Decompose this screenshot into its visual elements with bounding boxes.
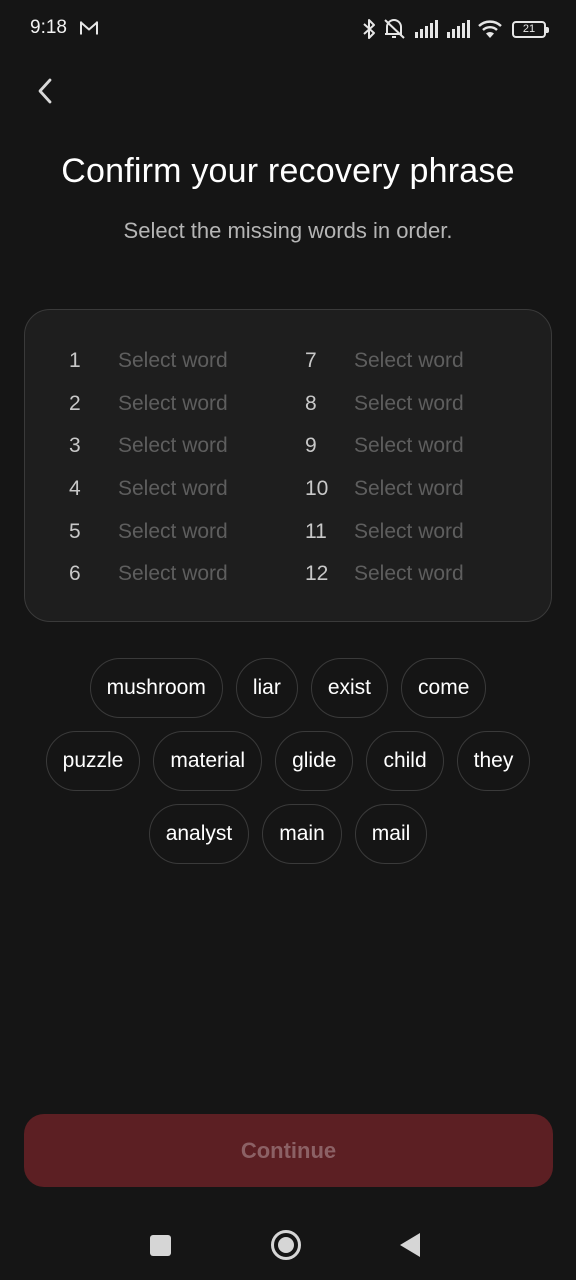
slot-number: 3 xyxy=(69,434,81,458)
page-title: Confirm your recovery phrase xyxy=(61,152,515,190)
gmail-icon xyxy=(80,21,98,35)
word-slot-4[interactable]: 4 Select word xyxy=(69,468,228,511)
word-chip[interactable]: come xyxy=(401,658,487,718)
word-chip[interactable]: child xyxy=(366,731,444,791)
status-time: 9:18 xyxy=(30,17,67,38)
slot-number: 1 xyxy=(69,349,81,373)
word-chip[interactable]: liar xyxy=(235,658,298,718)
battery-icon: 21 xyxy=(512,20,549,38)
word-slot-10[interactable]: 10 Select word xyxy=(305,468,464,511)
word-slot-8[interactable]: 8 Select word xyxy=(305,383,464,426)
slot-number: 7 xyxy=(305,349,317,373)
word-slot-7[interactable]: 7 Select word xyxy=(305,340,464,383)
slot-placeholder: Select word xyxy=(354,477,464,501)
word-column-right: 7 Select word 8 Select word 9 Select wor… xyxy=(305,340,464,596)
word-chip[interactable]: glide xyxy=(275,731,354,791)
word-slot-6[interactable]: 6 Select word xyxy=(69,553,228,596)
mute-icon xyxy=(384,19,405,39)
slot-number: 2 xyxy=(69,391,81,415)
word-chip[interactable]: mail xyxy=(354,804,428,864)
slot-placeholder: Select word xyxy=(118,349,228,373)
slot-number: 5 xyxy=(69,519,81,543)
word-chip[interactable]: analyst xyxy=(148,804,250,864)
signal-icon xyxy=(447,20,470,38)
slot-placeholder: Select word xyxy=(118,477,228,501)
word-slot-5[interactable]: 5 Select word xyxy=(69,510,228,553)
word-slot-2[interactable]: 2 Select word xyxy=(69,383,228,426)
word-chip[interactable]: mushroom xyxy=(89,658,223,718)
slot-placeholder: Select word xyxy=(354,519,464,543)
word-chip[interactable]: material xyxy=(153,731,263,791)
slot-number: 9 xyxy=(305,434,317,458)
word-slot-11[interactable]: 11 Select word xyxy=(305,510,464,553)
word-slot-1[interactable]: 1 Select word xyxy=(69,340,228,383)
chevron-left-icon xyxy=(38,78,52,104)
recovery-phrase-panel: 1 Select word 2 Select word 3 Select wor… xyxy=(24,309,552,622)
signal-icon xyxy=(415,20,438,38)
slot-number: 4 xyxy=(69,477,81,501)
screen: 9:18 21 Confirm your recovery phrase Sel… xyxy=(0,0,576,1280)
navigation-bar xyxy=(0,1215,576,1275)
back-triangle-icon[interactable] xyxy=(400,1233,420,1257)
word-slot-9[interactable]: 9 Select word xyxy=(305,425,464,468)
page-subtitle: Select the missing words in order. xyxy=(123,218,453,243)
wifi-icon xyxy=(478,20,502,38)
slot-placeholder: Select word xyxy=(118,434,228,458)
word-slot-12[interactable]: 12 Select word xyxy=(305,553,464,596)
slot-number: 6 xyxy=(69,562,81,586)
slot-number: 10 xyxy=(305,477,329,501)
slot-number: 8 xyxy=(305,391,317,415)
continue-button[interactable]: Continue xyxy=(24,1114,553,1187)
status-bar: 9:18 21 xyxy=(0,0,576,58)
slot-placeholder: Select word xyxy=(354,349,464,373)
chip-row: puzzle material glide child they xyxy=(0,731,576,791)
status-icons: 21 xyxy=(362,16,549,42)
back-button[interactable] xyxy=(26,72,64,110)
slot-placeholder: Select word xyxy=(354,562,464,586)
word-column-left: 1 Select word 2 Select word 3 Select wor… xyxy=(69,340,228,596)
slot-placeholder: Select word xyxy=(354,391,464,415)
word-chip[interactable]: main xyxy=(262,804,342,864)
word-chip[interactable]: exist xyxy=(310,658,389,718)
word-chips: mushroom liar exist come puzzle material… xyxy=(0,658,576,877)
word-chip[interactable]: they xyxy=(456,731,531,791)
bluetooth-icon xyxy=(363,19,375,39)
slot-number: 12 xyxy=(305,562,329,586)
slot-placeholder: Select word xyxy=(118,391,228,415)
chip-row: mushroom liar exist come xyxy=(0,658,576,718)
word-chip[interactable]: puzzle xyxy=(45,731,141,791)
word-slot-3[interactable]: 3 Select word xyxy=(69,425,228,468)
recents-icon[interactable] xyxy=(150,1235,171,1256)
slot-placeholder: Select word xyxy=(118,519,228,543)
chip-row: analyst main mail xyxy=(0,804,576,864)
slot-placeholder: Select word xyxy=(354,434,464,458)
slot-placeholder: Select word xyxy=(118,562,228,586)
home-icon[interactable] xyxy=(271,1230,301,1260)
slot-number: 11 xyxy=(305,519,327,543)
